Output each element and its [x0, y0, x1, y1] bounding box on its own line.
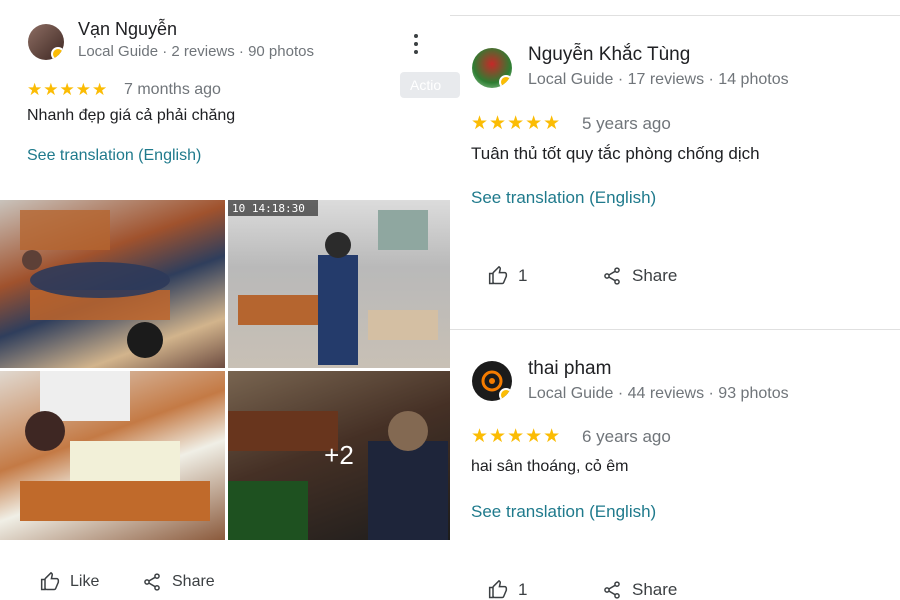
see-translation-link[interactable]: See translation (English) [471, 502, 656, 522]
review-photos: 10 14:18:30 +2 [0, 200, 450, 540]
reviewer-name[interactable]: thai pham [528, 358, 611, 380]
share-icon [604, 581, 620, 599]
like-count: 1 [518, 580, 528, 599]
local-guide-badge-icon [51, 47, 64, 60]
share-button[interactable]: Share [142, 572, 215, 592]
share-button[interactable]: Share [602, 580, 677, 600]
review-photo-3[interactable] [0, 371, 225, 540]
share-label: Share [632, 266, 678, 285]
reviewer-avatar[interactable] [472, 361, 512, 401]
share-label: Share [632, 580, 678, 599]
review-card-2: Nguyễn Khắc Tùng Local Guide · 17 review… [450, 16, 900, 345]
share-icon [144, 573, 160, 591]
like-count: 1 [518, 266, 528, 285]
reviewer-avatar[interactable] [28, 24, 64, 60]
thumb-up-icon [488, 580, 508, 599]
review-date: 7 months ago [124, 81, 221, 98]
star-rating: ★★★★★ [471, 426, 562, 447]
review-photo-1[interactable] [0, 200, 225, 368]
review-photo-4[interactable]: +2 [228, 371, 450, 540]
like-label: Like [70, 573, 100, 590]
more-options-icon[interactable] [410, 34, 422, 54]
reviewer-name[interactable]: Vạn Nguyễn [78, 19, 177, 40]
review-photo-2[interactable]: 10 14:18:30 [228, 200, 450, 368]
share-icon [604, 267, 620, 285]
reviewer-meta: Local Guide · 2 reviews · 90 photos [78, 43, 314, 60]
star-rating: ★★★★★ [27, 80, 109, 99]
thumb-up-icon [488, 266, 508, 285]
review-text: hai sân thoáng, cỏ êm [471, 458, 629, 475]
photo-illustration [228, 200, 438, 365]
see-translation-link[interactable]: See translation (English) [471, 188, 656, 208]
more-photos-count[interactable]: +2 [228, 371, 450, 540]
local-guide-badge-icon [499, 388, 512, 401]
review-date: 6 years ago [582, 427, 671, 446]
like-button[interactable]: 1 [488, 266, 527, 286]
review-date: 5 years ago [582, 114, 671, 133]
review-card-1: Vạn Nguyễn Local Guide · 2 reviews · 90 … [0, 0, 460, 600]
share-label: Share [172, 573, 215, 590]
photo-illustration [20, 371, 210, 521]
camera-timestamp: 10 14:18:30 [232, 202, 305, 215]
like-button[interactable]: Like [40, 572, 99, 592]
see-translation-link[interactable]: See translation (English) [27, 147, 201, 165]
star-rating: ★★★★★ [471, 113, 562, 134]
review-text: Tuân thủ tốt quy tắc phòng chống dịch [471, 144, 760, 163]
thumb-up-icon [40, 572, 60, 591]
local-guide-badge-icon [499, 75, 512, 88]
share-button[interactable]: Share [602, 266, 677, 286]
review-card-3: thai pham Local Guide · 44 reviews · 93 … [450, 330, 900, 600]
review-text: Nhanh đẹp giá cả phải chăng [27, 107, 236, 124]
photo-illustration [20, 210, 170, 358]
like-button[interactable]: 1 [488, 580, 527, 600]
reviewer-avatar[interactable] [472, 48, 512, 88]
reviewer-name[interactable]: Nguyễn Khắc Tùng [528, 44, 690, 66]
reviewer-meta: Local Guide · 44 reviews · 93 photos [528, 385, 789, 402]
reviewer-meta: Local Guide · 17 reviews · 14 photos [528, 71, 789, 88]
